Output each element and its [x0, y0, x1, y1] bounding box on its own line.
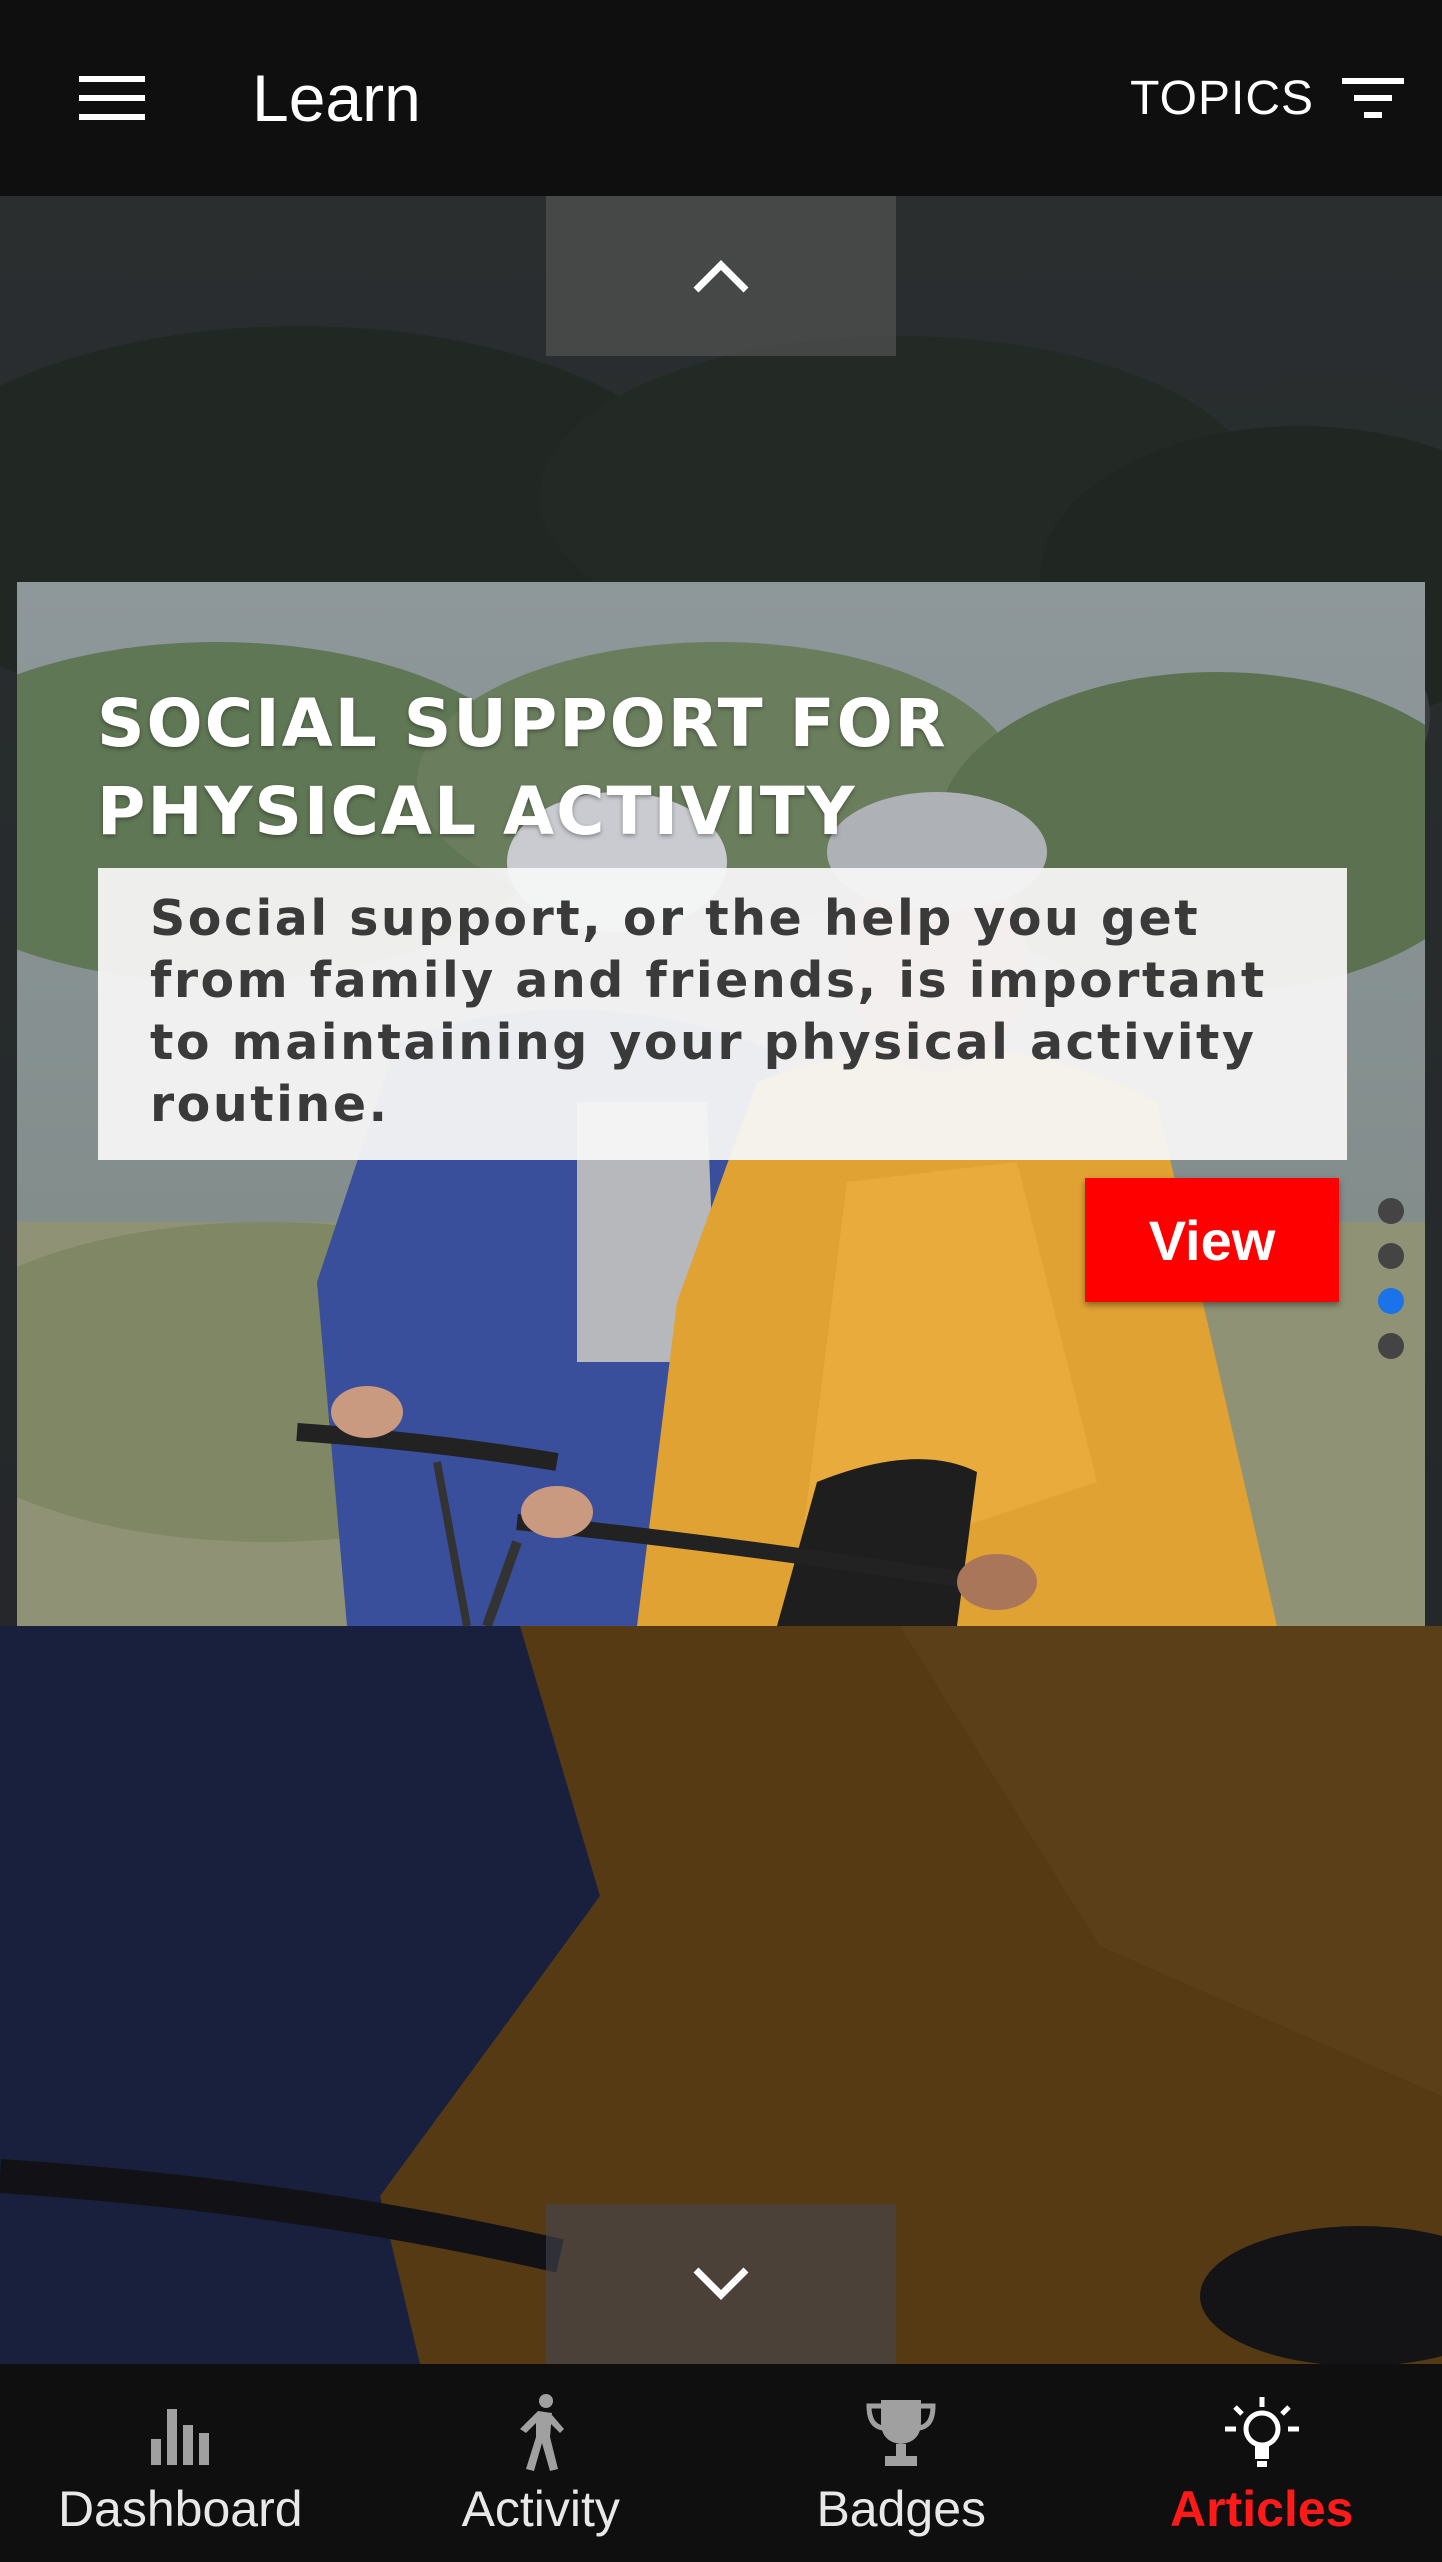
next-article-button[interactable] — [546, 2204, 896, 2364]
lightbulb-icon — [1224, 2397, 1299, 2467]
bar-chart-icon — [151, 2409, 210, 2465]
app-bar: Learn TOPICS — [0, 0, 1442, 196]
chevron-down-icon — [693, 2267, 749, 2300]
nav-item-activity[interactable]: Activity — [361, 2364, 722, 2562]
article-title: SOCIAL SUPPORT FOR PHYSICAL ACTIVITY — [97, 685, 948, 850]
nav-label-activity: Activity — [461, 2481, 620, 2537]
page-dot[interactable] — [1378, 1198, 1404, 1224]
nav-item-badges[interactable]: Badges — [721, 2364, 1082, 2562]
page-title: Learn — [252, 61, 421, 135]
article-description: Social support, or the help you get from… — [98, 868, 1347, 1160]
chevron-up-icon — [693, 260, 749, 293]
page-dot[interactable] — [1378, 1243, 1404, 1269]
page-dot-active[interactable] — [1378, 1288, 1404, 1314]
walking-person-icon — [519, 2394, 564, 2471]
carousel-page-indicator — [1378, 1198, 1408, 1378]
menu-button[interactable] — [62, 58, 162, 138]
previous-article-button[interactable] — [546, 196, 896, 356]
nav-label-badges: Badges — [816, 2481, 987, 2537]
nav-label-dashboard: Dashboard — [57, 2481, 303, 2537]
nav-item-dashboard[interactable]: Dashboard — [0, 2364, 361, 2562]
topics-label: TOPICS — [1130, 71, 1314, 125]
bottom-navigation: Dashboard Activity Badges Articles — [0, 2364, 1442, 2562]
nav-item-articles[interactable]: Articles — [1082, 2364, 1442, 2562]
topics-filter-button[interactable]: TOPICS — [1130, 58, 1404, 138]
article-card[interactable]: SOCIAL SUPPORT FOR PHYSICAL ACTIVITY Soc… — [17, 582, 1425, 1626]
page-dot[interactable] — [1378, 1333, 1404, 1359]
nav-label-articles: Articles — [1170, 2481, 1354, 2537]
filter-icon — [1342, 78, 1404, 118]
trophy-icon — [866, 2400, 936, 2466]
view-article-button[interactable]: View — [1085, 1178, 1339, 1302]
hamburger-menu-icon — [79, 76, 145, 120]
